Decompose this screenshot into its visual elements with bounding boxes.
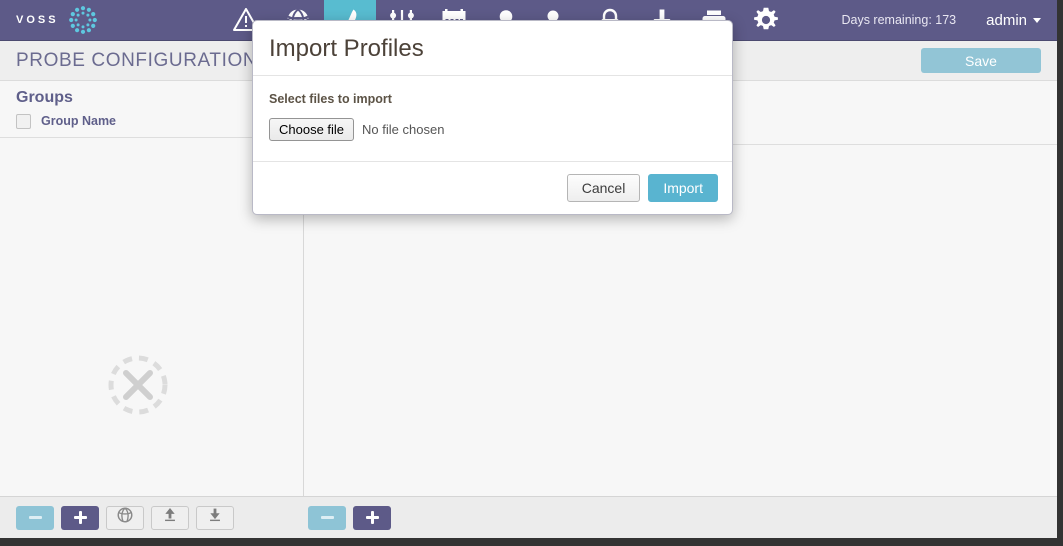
groups-toolbar-group [0,505,234,530]
nav-right-group: Days remaining: 173 admin [841,0,1057,40]
application-window: VOSS Days remaining: 173 admin PROBE CON… [0,0,1063,546]
bottom-toolbar [0,496,1057,538]
remove-command-button[interactable] [308,505,346,530]
add-group-button[interactable] [61,505,99,530]
export-profiles-button[interactable] [151,505,189,530]
import-button[interactable]: Import [648,174,718,202]
brand-logo: VOSS [0,0,220,40]
cancel-button[interactable]: Cancel [566,174,641,202]
page-title: PROBE CONFIGURATION [16,49,258,71]
import-profiles-button[interactable] [196,505,234,530]
add-command-button[interactable] [353,505,391,530]
dialog-footer: Cancel Import [253,161,732,214]
user-menu[interactable]: admin [986,12,1041,29]
gear-icon [753,7,779,33]
dialog-header: Import Profiles [253,21,732,76]
minus-icon [28,516,42,519]
import-profiles-dialog: Import Profiles Select files to import C… [252,20,733,215]
globe-network-icon [117,507,133,528]
chevron-down-icon [1033,17,1041,23]
voss-starburst-logo-icon [68,5,98,35]
minus-icon [320,516,334,519]
dialog-body: Select files to import Choose file No fi… [253,76,732,161]
nav-gear-icon-button[interactable] [740,0,792,40]
commands-toolbar-group [308,505,391,530]
plus-icon [365,511,379,524]
dialog-title: Import Profiles [269,35,424,62]
plus-icon [73,511,87,524]
save-button[interactable]: Save [921,48,1041,73]
group-name-column-header: Group Name [41,114,117,128]
x-circle-empty-icon [108,355,168,415]
select-files-label: Select files to import [269,92,392,106]
remove-group-button[interactable] [16,505,54,530]
download-arrow-icon [208,507,222,528]
file-input-row: Choose file No file chosen [269,118,716,141]
choose-file-button[interactable]: Choose file [269,118,355,141]
upload-arrow-icon [163,507,177,528]
file-status-label: No file chosen [362,122,445,137]
discover-globe-button[interactable] [106,505,144,530]
days-remaining-label: Days remaining: 173 [841,13,957,27]
select-all-groups-checkbox[interactable] [16,113,31,129]
brand-name: VOSS [16,14,59,26]
user-menu-label: admin [986,11,1027,29]
